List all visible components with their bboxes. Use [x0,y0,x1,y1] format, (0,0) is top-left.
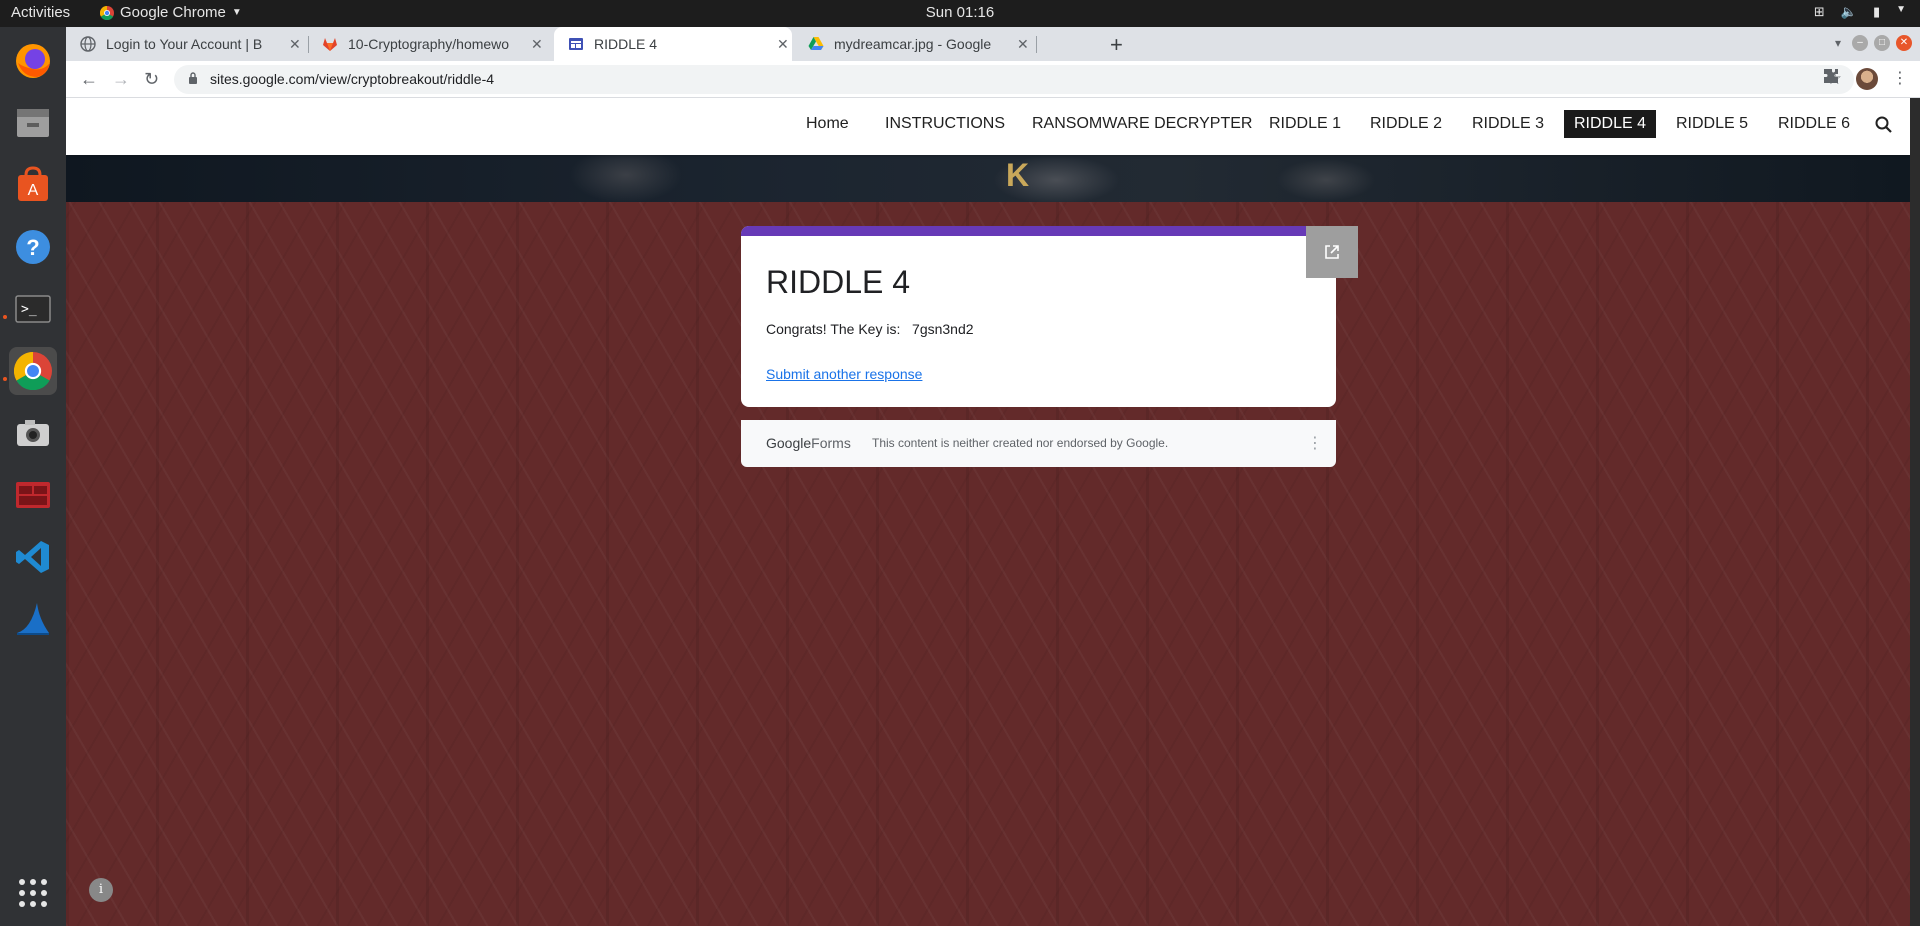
tab-cryptography[interactable]: 10-Cryptography/homewo ✕ [308,27,548,61]
tab-search-icon[interactable]: ▾ [1830,35,1846,51]
url-text: sites.google.com/view/cryptobreakout/rid… [210,71,495,87]
nav-riddle-3[interactable]: RIDDLE 3 [1472,115,1544,133]
show-apps-icon[interactable] [9,869,57,917]
running-indicator [3,377,7,381]
close-icon[interactable]: ✕ [1017,36,1029,53]
address-bar[interactable]: sites.google.com/view/cryptobreakout/rid… [174,65,1854,94]
new-tab-button[interactable]: + [1110,32,1123,58]
dock: A ? >_ [0,27,66,926]
system-top-bar: Activities Google Chrome ▼ Sun 01:16 ⊞ 🔈… [0,0,1920,27]
nav-riddle-1[interactable]: RIDDLE 1 [1269,115,1341,133]
header-banner-image: K [66,155,1910,202]
nav-riddle-6[interactable]: RIDDLE 6 [1778,115,1850,133]
network-icon: ⊞ [1813,4,1825,19]
banner-key-letter: K [1006,157,1030,193]
nav-instructions[interactable]: INSTRUCTIONS [885,115,1005,133]
form-title: RIDDLE 4 [766,264,911,300]
form-confirmation-message: Congrats! The Key is: 7gsn3nd2 [766,321,974,337]
volume-icon: 🔈 [1840,4,1857,19]
close-icon[interactable]: ✕ [777,36,789,53]
screenshot-icon[interactable] [9,409,57,457]
system-tray[interactable]: ⊞ 🔈 ▮ ▼ [1814,4,1906,20]
form-disclaimer: This content is neither created nor endo… [872,436,1169,450]
browser-toolbar: ← → ↻ sites.google.com/view/cryptobreako… [66,61,1920,98]
svg-text:A: A [28,182,39,199]
more-options-icon[interactable]: ⋮ [1307,433,1323,453]
site-navigation: Home INSTRUCTIONS RANSOMWARE DECRYPTER R… [66,98,1910,155]
tab-title: mydreamcar.jpg - Google [834,36,992,52]
app-menu[interactable]: Google Chrome ▼ [100,4,242,21]
tab-title: 10-Cryptography/homewo [348,36,510,52]
info-icon[interactable]: i [89,878,113,902]
chrome-icon[interactable] [9,347,57,395]
profile-avatar[interactable] [1856,68,1878,90]
google-sites-icon [568,36,584,52]
nav-riddle-4[interactable]: RIDDLE 4 [1564,110,1657,138]
tab-title: RIDDLE 4 [594,36,658,52]
tab-strip: Login to Your Account | B ✕ 10-Cryptogra… [66,27,1920,61]
form-accent-bar [741,226,1336,236]
software-center-icon[interactable]: A [9,161,57,209]
google-forms-logo: GoogleForms [766,435,851,451]
svg-text:?: ? [26,235,39,260]
wireshark-icon[interactable] [9,595,57,643]
form-card: RIDDLE 4 Congrats! The Key is: 7gsn3nd2 … [741,226,1336,407]
reload-button[interactable]: ↻ [144,69,159,90]
tab-mydreamcar[interactable]: mydreamcar.jpg - Google ✕ [794,27,1034,61]
battery-icon: ▮ [1872,4,1881,19]
submit-another-response-link[interactable]: Submit another response [766,366,922,382]
back-button[interactable]: ← [80,69,98,90]
nav-riddle-2[interactable]: RIDDLE 2 [1370,115,1442,133]
files-icon[interactable] [9,99,57,147]
google-drive-icon [808,36,824,52]
form-footer: GoogleForms This content is neither crea… [741,420,1336,467]
nav-riddle-5[interactable]: RIDDLE 5 [1676,115,1748,133]
close-icon[interactable]: ✕ [531,36,543,53]
chrome-icon [100,5,114,20]
extensions-icon[interactable] [1823,68,1839,89]
page-content: Home INSTRUCTIONS RANSOMWARE DECRYPTER R… [66,98,1910,926]
remote-desktop-icon[interactable] [9,471,57,519]
vscode-icon[interactable] [9,533,57,581]
window-controls: ▾ – □ ✕ [1830,35,1912,51]
forward-button[interactable]: → [112,69,130,90]
lock-icon [189,72,197,84]
chevron-down-icon: ▼ [231,7,242,18]
activities-button[interactable]: Activities [11,4,70,21]
help-icon[interactable]: ? [9,223,57,271]
maximize-button[interactable]: □ [1874,35,1890,51]
chevron-down-icon: ▼ [1896,4,1906,15]
close-icon[interactable]: ✕ [289,36,301,53]
running-indicator [3,315,7,319]
firefox-icon[interactable] [9,37,57,85]
search-icon[interactable] [1874,115,1894,140]
app-menu-label: Google Chrome [120,4,226,21]
terminal-icon[interactable]: >_ [9,285,57,333]
tab-login[interactable]: Login to Your Account | B ✕ [66,27,306,61]
tab-title: Login to Your Account | B [106,36,263,52]
svg-text:>_: >_ [21,302,37,317]
minimize-button[interactable]: – [1852,35,1868,51]
nav-home[interactable]: Home [806,115,849,133]
tab-separator [1036,36,1037,53]
gitlab-icon [322,36,338,52]
more-menu-icon[interactable]: ⋮ [1892,68,1908,88]
window-close-button[interactable]: ✕ [1896,35,1912,51]
open-in-new-window-icon[interactable] [1306,226,1358,278]
tab-riddle-4[interactable]: RIDDLE 4 ✕ [554,27,792,61]
nav-ransomware-decrypter[interactable]: RANSOMWARE DECRYPTER [1032,115,1252,133]
clock[interactable]: Sun 01:16 [926,4,994,21]
globe-icon [80,36,96,52]
